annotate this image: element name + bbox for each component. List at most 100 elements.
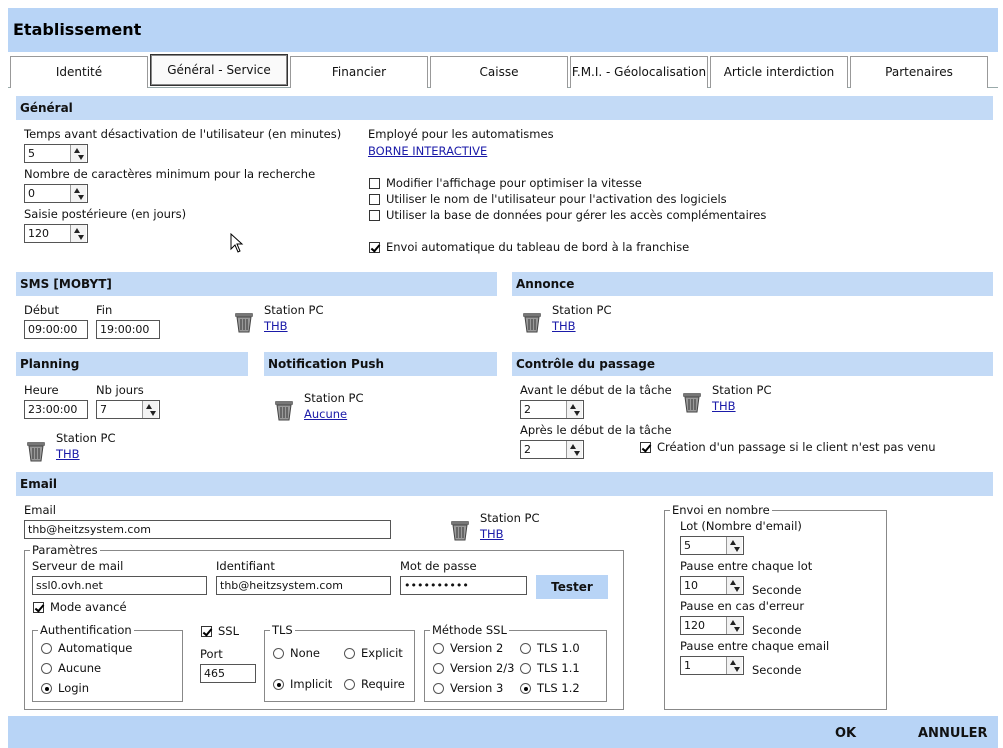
email-station-label: Station PC: [480, 511, 540, 525]
spin-icon[interactable]: [70, 145, 86, 162]
ok-button[interactable]: OK: [835, 726, 856, 741]
auth-aucune-radio[interactable]: [41, 663, 52, 674]
mode-avance-label: Mode avancé: [50, 600, 127, 614]
employe-link[interactable]: BORNE INTERACTIVE: [368, 144, 487, 158]
tab-financier[interactable]: Financier: [290, 56, 428, 88]
saisie-input[interactable]: 120: [24, 224, 88, 243]
trash-icon[interactable]: [449, 518, 471, 542]
ssl-v2-radio[interactable]: [433, 643, 444, 654]
pause-err-label: Pause en cas d'erreur: [680, 599, 805, 613]
tab-bar: Identité Général - Service Financier Cai…: [8, 52, 998, 88]
auth-automatique-radio[interactable]: [41, 643, 52, 654]
tab-identite[interactable]: Identité: [10, 56, 148, 88]
ssl-v3-radio[interactable]: [433, 683, 444, 694]
lot-input[interactable]: 5: [680, 536, 744, 555]
auth-title: Authentification: [38, 623, 134, 637]
email-station-link[interactable]: THB: [480, 527, 504, 541]
pause-err-input[interactable]: 120: [680, 616, 744, 635]
tls10-label: TLS 1.0: [537, 641, 580, 655]
deact-label: Temps avant désactivation de l'utilisate…: [24, 127, 342, 141]
spin-icon[interactable]: [70, 185, 86, 202]
ssl-label: SSL: [218, 624, 240, 638]
ssl-v23-label: Version 2/3: [450, 661, 515, 675]
spin-icon[interactable]: [726, 537, 742, 554]
section-passage: Contrôle du passage: [512, 352, 993, 376]
trash-icon[interactable]: [25, 439, 47, 463]
server-input[interactable]: ssl0.ovh.net: [32, 576, 207, 595]
opt3-checkbox[interactable]: [369, 210, 380, 221]
pause-email-unit: Seconde: [752, 663, 802, 677]
spin-icon[interactable]: [70, 225, 86, 242]
title-bar: Etablissement: [8, 8, 998, 52]
pause-email-label: Pause entre chaque email: [680, 639, 830, 653]
tls10-radio[interactable]: [520, 643, 531, 654]
port-input[interactable]: 465: [200, 664, 256, 683]
tls-implicit-radio[interactable]: [273, 679, 284, 690]
tls11-radio[interactable]: [520, 663, 531, 674]
tab-fmi-geolocalisation[interactable]: F.M.I. - Géolocalisation: [570, 56, 708, 88]
ident-label: Identifiant: [216, 559, 275, 573]
tester-button[interactable]: Tester: [536, 575, 608, 599]
window-title: Etablissement: [13, 20, 142, 39]
planning-nbjours-input[interactable]: 7: [96, 400, 160, 419]
sms-station-link[interactable]: THB: [264, 319, 288, 333]
passage-avant-label: Avant le début de la tâche: [520, 383, 672, 397]
email-input[interactable]: thb@heitzsystem.com: [24, 520, 391, 539]
tab-general-service[interactable]: Général - Service: [150, 54, 288, 86]
bulk-title: Envoi en nombre: [670, 503, 772, 517]
push-station-link[interactable]: Aucune: [304, 407, 347, 421]
tab-partenaires[interactable]: Partenaires: [850, 56, 988, 88]
mouse-cursor-icon: [230, 233, 244, 253]
auth-login-radio[interactable]: [41, 683, 52, 694]
ssl-v23-radio[interactable]: [433, 663, 444, 674]
tls-explicit-radio[interactable]: [344, 648, 355, 659]
creation-passage-checkbox[interactable]: [640, 442, 651, 453]
spin-icon[interactable]: [566, 401, 582, 418]
opt4-checkbox[interactable]: [369, 242, 380, 253]
planning-heure-input[interactable]: 23:00:00: [24, 400, 88, 419]
planning-station-link[interactable]: THB: [56, 447, 80, 461]
footer-bar: OK ANNULER: [8, 716, 998, 748]
trash-icon[interactable]: [521, 310, 543, 334]
ident-input[interactable]: thb@heitzsystem.com: [216, 576, 391, 595]
deact-input[interactable]: 5: [24, 144, 88, 163]
annonce-station-link[interactable]: THB: [552, 319, 576, 333]
tls-require-label: Require: [361, 677, 405, 691]
spin-icon[interactable]: [566, 441, 582, 458]
minchars-input[interactable]: 0: [24, 184, 88, 203]
trash-icon[interactable]: [233, 310, 255, 334]
tls-require-radio[interactable]: [344, 679, 355, 690]
tls12-label: TLS 1.2: [537, 681, 580, 695]
trash-icon[interactable]: [273, 398, 295, 422]
spin-icon[interactable]: [726, 657, 742, 674]
params-title: Paramètres: [30, 543, 100, 557]
spin-icon[interactable]: [726, 577, 742, 594]
tab-article-interdiction[interactable]: Article interdiction: [710, 56, 848, 88]
opt2-checkbox[interactable]: [369, 194, 380, 205]
spin-icon[interactable]: [142, 401, 158, 418]
sms-debut-input[interactable]: 09:00:00: [24, 320, 88, 339]
passage-avant-input[interactable]: 2: [520, 400, 584, 419]
trash-icon[interactable]: [681, 390, 703, 414]
annuler-button[interactable]: ANNULER: [918, 726, 988, 741]
spin-icon[interactable]: [726, 617, 742, 634]
pwd-input[interactable]: ••••••••••: [400, 576, 527, 595]
pause-err-unit: Seconde: [752, 623, 802, 637]
passage-apres-input[interactable]: 2: [520, 440, 584, 459]
tls-none-radio[interactable]: [273, 648, 284, 659]
opt1-checkbox[interactable]: [369, 178, 380, 189]
pwd-label: Mot de passe: [400, 559, 477, 573]
opt1-label: Modifier l'affichage pour optimiser la v…: [386, 176, 642, 190]
passage-station-link[interactable]: THB: [712, 399, 736, 413]
ssl-v3-label: Version 3: [450, 681, 504, 695]
pause-lot-input[interactable]: 10: [680, 576, 744, 595]
sms-fin-input[interactable]: 19:00:00: [96, 320, 160, 339]
tls12-radio[interactable]: [520, 683, 531, 694]
sms-debut-label: Début: [24, 303, 60, 317]
auth-login-label: Login: [58, 681, 90, 695]
tab-caisse[interactable]: Caisse: [430, 56, 568, 88]
passage-station-label: Station PC: [712, 383, 772, 397]
pause-email-input[interactable]: 1: [680, 656, 744, 675]
mode-avance-checkbox[interactable]: [33, 602, 44, 613]
ssl-checkbox[interactable]: [201, 626, 212, 637]
